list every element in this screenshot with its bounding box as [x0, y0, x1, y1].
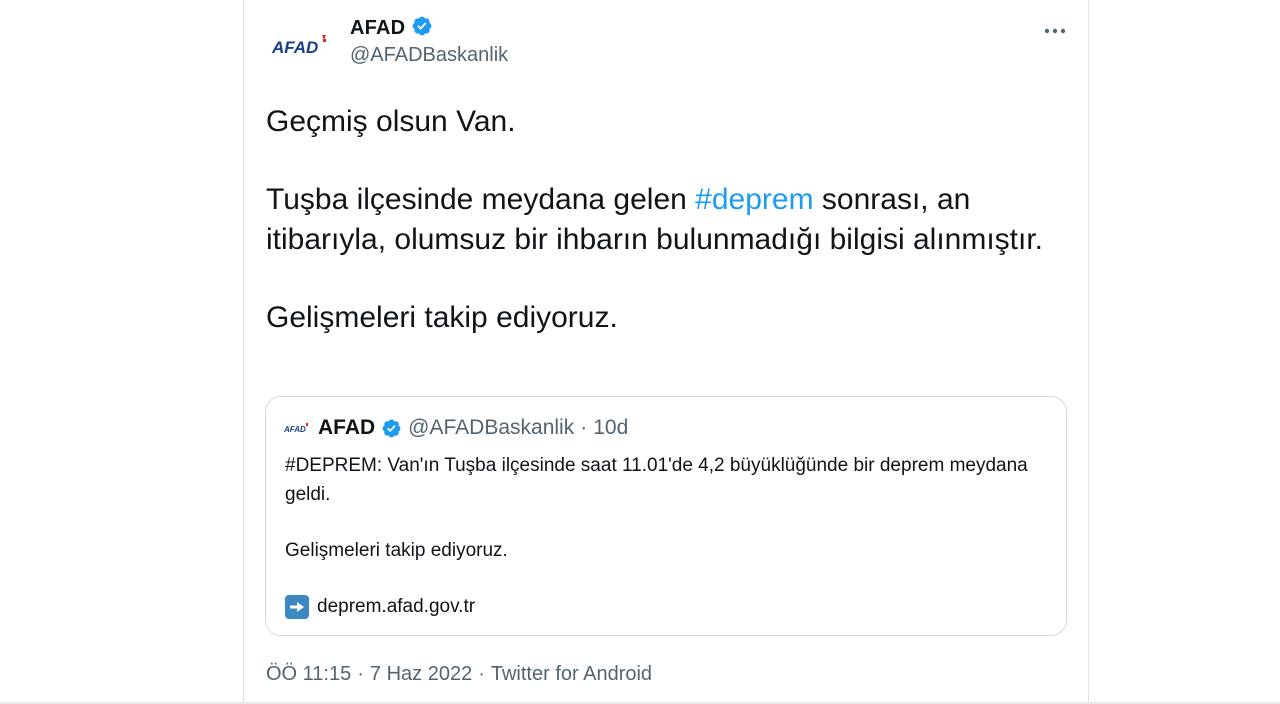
tweet-source-link[interactable]: Twitter for Android — [491, 663, 652, 686]
afad-logo-small-icon: AFAD — [284, 423, 308, 434]
quoted-tweet-card[interactable]: AFAD AFAD @AFADBaskanlik · 10d #DEPREM: … — [265, 396, 1067, 636]
tweet-text-paragraph-2: Tuşba ilçesinde meydana gelen #deprem so… — [266, 183, 1044, 256]
tweet-meta: ÖÖ 11:15 · 7 Haz 2022 · Twitter for Andr… — [266, 663, 652, 686]
tweet-detail: AFAD AFAD @AFADBaskanlik Geçmiş olsun Va… — [244, 0, 1088, 704]
quoted-author-handle: @AFADBaskanlik — [408, 416, 575, 439]
quoted-separator: · — [580, 416, 588, 439]
author-handle[interactable]: @AFADBaskanlik — [350, 44, 508, 67]
tweet-text-paragraph-3: Gelişmeleri takip ediyoruz. — [266, 301, 618, 334]
quoted-timestamp[interactable]: 10d — [593, 416, 628, 440]
afad-logo-icon: AFAD — [271, 35, 326, 57]
quoted-text-line-1: #DEPREM: Van'ın Tuşba ilçesinde saat 11.… — [285, 455, 1028, 505]
quoted-link[interactable]: deprem.afad.gov.tr — [317, 592, 475, 621]
page: AFAD AFAD @AFADBaskanlik Geçmiş olsun Va… — [0, 0, 1280, 704]
tweet-time[interactable]: ÖÖ 11:15 — [266, 663, 351, 686]
quoted-author-name: AFAD — [318, 416, 376, 439]
quoted-author-avatar[interactable]: AFAD — [284, 415, 310, 441]
column-border-right — [1088, 0, 1089, 704]
author-name[interactable]: AFAD — [350, 17, 405, 40]
right-arrow-icon — [285, 594, 309, 619]
author-block: AFAD @AFADBaskanlik — [350, 14, 508, 67]
hashtag-link[interactable]: #deprem — [695, 183, 813, 216]
verified-badge-icon — [411, 15, 433, 42]
meta-separator-2: · — [478, 663, 485, 685]
tweet-date[interactable]: 7 Haz 2022 — [370, 663, 472, 686]
meta-separator-1: · — [357, 663, 364, 685]
quoted-text-line-2: Gelişmeleri takip ediyoruz. — [285, 540, 508, 561]
svg-text:AFAD: AFAD — [284, 425, 306, 434]
more-options-button[interactable] — [1042, 18, 1068, 44]
tweet-text: Geçmiş olsun Van. Tuşba ilçesinde meydan… — [266, 102, 1056, 338]
quoted-tweet-header: AFAD AFAD @AFADBaskanlik · 10d — [284, 415, 628, 441]
svg-text:AFAD: AFAD — [271, 38, 318, 57]
quoted-link-row: deprem.afad.gov.tr — [285, 592, 1045, 621]
author-avatar[interactable]: AFAD — [264, 10, 336, 82]
quoted-tweet-text: #DEPREM: Van'ın Tuşba ilçesinde saat 11.… — [285, 451, 1045, 621]
tweet-text-line-1: Geçmiş olsun Van. — [266, 105, 516, 138]
quoted-verified-badge-icon — [381, 418, 402, 439]
more-options-icon — [1044, 28, 1066, 34]
